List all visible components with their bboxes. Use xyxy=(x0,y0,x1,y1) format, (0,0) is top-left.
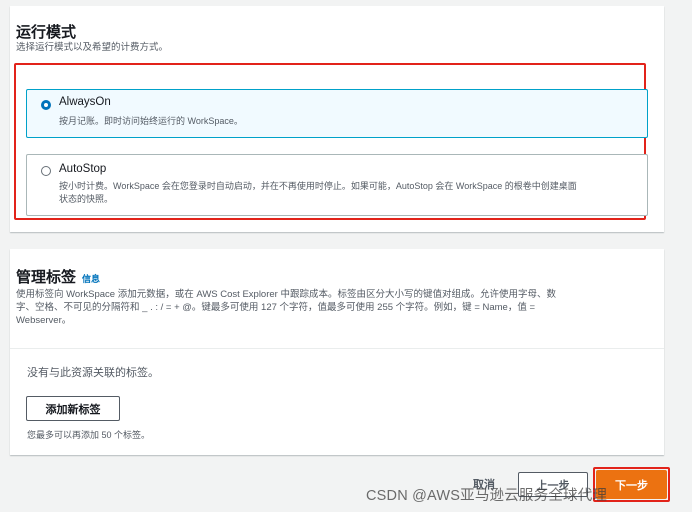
no-tags-text: 没有与此资源关联的标签。 xyxy=(27,367,159,379)
option-autostop-description-line2: 状态的快照。 xyxy=(59,194,114,204)
option-alwayson-description: 按月记账。即时访问始终运行的 WorkSpace。 xyxy=(59,116,243,126)
radio-alwayson[interactable] xyxy=(41,100,51,110)
running-mode-title: 运行模式 xyxy=(16,24,77,41)
option-autostop[interactable]: AutoStop 按小时计费。WorkSpace 会在您登录时自动启动，并在不再… xyxy=(26,154,648,216)
tags-description-line2: 字、空格、不可见的分隔符和 _ . : / = + @。键最多可使用 127 个… xyxy=(16,302,536,313)
option-alwayson[interactable]: AlwaysOn 按月记账。即时访问始终运行的 WorkSpace。 xyxy=(26,89,648,138)
tags-description-line1: 使用标签向 WorkSpace 添加元数据，或在 AWS Cost Explor… xyxy=(16,289,556,300)
tag-limit-text: 您最多可以再添加 50 个标签。 xyxy=(27,430,151,440)
radio-autostop[interactable] xyxy=(41,166,51,176)
running-mode-description: 选择运行模式以及希望的计费方式。 xyxy=(16,42,169,53)
watermark-text: CSDN @AWS亚马逊云服务全球代理 xyxy=(366,488,608,504)
info-link[interactable]: 信息 xyxy=(82,274,100,284)
manage-tags-panel xyxy=(10,249,664,455)
manage-tags-title-text: 管理标签 xyxy=(16,269,77,286)
option-autostop-description-line1: 按小时计费。WorkSpace 会在您登录时自动启动，并在不再使用时停止。如果可… xyxy=(59,181,577,191)
divider xyxy=(10,348,664,349)
tags-description-line3: Webserver。 xyxy=(16,315,72,326)
option-alwayson-label: AlwaysOn xyxy=(59,96,111,108)
manage-tags-title: 管理标签 信息 xyxy=(16,266,100,287)
add-new-tag-button[interactable]: 添加新标签 xyxy=(26,396,120,421)
option-autostop-label: AutoStop xyxy=(59,163,107,175)
